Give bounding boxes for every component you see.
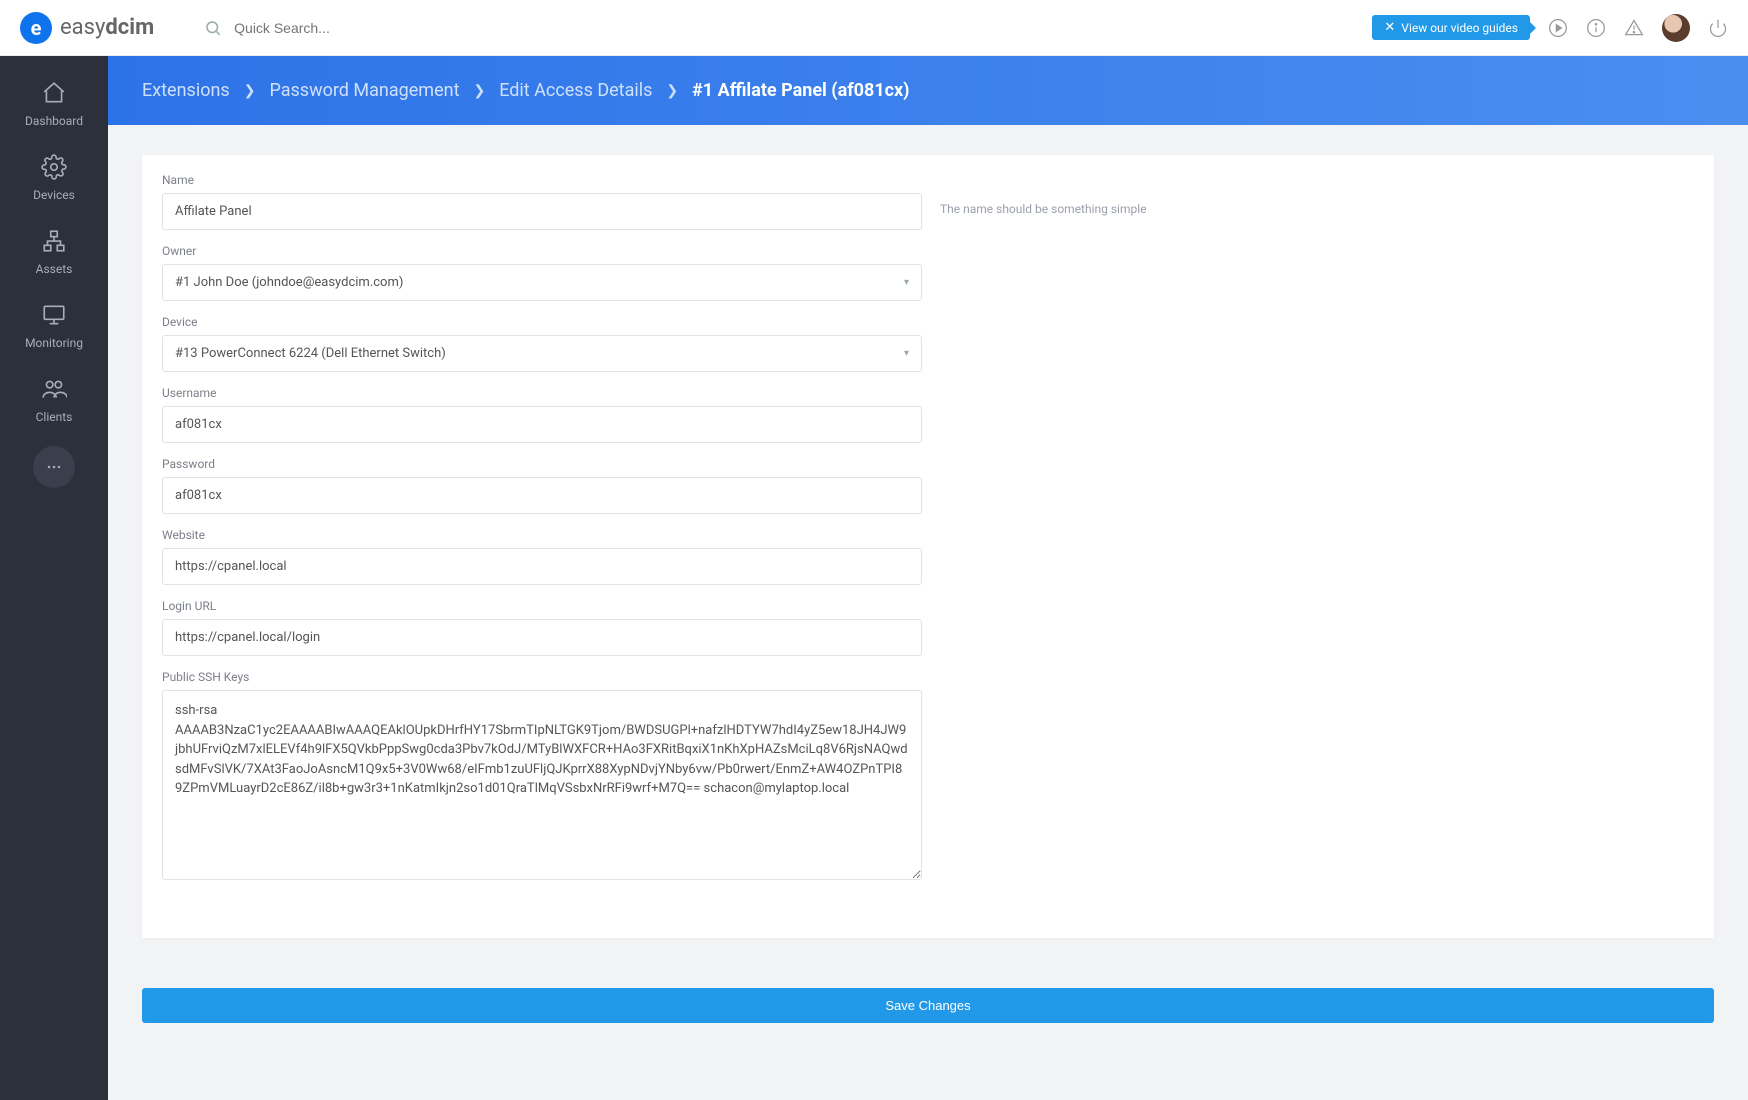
breadcrumb: Extensions ❯ Password Management ❯ Edit … [108, 56, 1748, 125]
breadcrumb-link[interactable]: Extensions [142, 80, 230, 101]
video-guides-label: View our video guides [1401, 21, 1518, 35]
device-label: Device [162, 315, 922, 329]
chevron-right-icon: ❯ [666, 83, 678, 99]
gear-icon [41, 154, 67, 180]
network-icon [41, 228, 67, 254]
sidebar-item-label: Devices [33, 188, 75, 202]
users-icon [41, 376, 67, 402]
chevron-right-icon: ❯ [244, 83, 256, 99]
loginurl-input[interactable] [162, 619, 922, 656]
breadcrumb-link[interactable]: Password Management [269, 80, 459, 101]
owner-label: Owner [162, 244, 922, 258]
loginurl-label: Login URL [162, 599, 922, 613]
sidebar-more-button[interactable] [33, 446, 75, 488]
save-button[interactable]: Save Changes [142, 988, 1714, 1023]
device-select[interactable]: #13 PowerConnect 6224 (Dell Ethernet Swi… [162, 335, 922, 372]
name-input[interactable] [162, 193, 922, 230]
sidebar-item-label: Dashboard [25, 114, 83, 128]
dots-icon [44, 457, 64, 477]
alert-icon[interactable] [1624, 18, 1644, 38]
logo-text-easy: easy [60, 15, 105, 40]
owner-select[interactable]: #1 John Doe (johndoe@easydcim.com) ▾ [162, 264, 922, 301]
sidebar-item-label: Monitoring [25, 336, 83, 350]
search-icon [204, 19, 222, 37]
username-label: Username [162, 386, 922, 400]
sidebar-item-devices[interactable]: Devices [0, 140, 108, 214]
close-icon[interactable]: ✕ [1384, 20, 1395, 35]
search-input[interactable] [234, 20, 434, 36]
ssh-label: Public SSH Keys [162, 670, 922, 684]
username-input[interactable] [162, 406, 922, 443]
logo-icon: e [20, 12, 52, 44]
breadcrumb-link[interactable]: Edit Access Details [499, 80, 652, 101]
play-icon[interactable] [1548, 18, 1568, 38]
name-label: Name [162, 173, 922, 187]
sidebar-item-label: Clients [36, 410, 73, 424]
website-label: Website [162, 528, 922, 542]
password-input[interactable] [162, 477, 922, 514]
owner-value: #1 John Doe (johndoe@easydcim.com) [175, 275, 403, 290]
power-icon[interactable] [1708, 18, 1728, 38]
password-label: Password [162, 457, 922, 471]
sidebar-item-clients[interactable]: Clients [0, 362, 108, 436]
sidebar: Dashboard Devices Assets Monitoring Clie… [0, 56, 108, 1100]
sidebar-item-label: Assets [36, 262, 73, 276]
logo[interactable]: e easydcim [20, 12, 154, 44]
monitor-icon [41, 302, 67, 328]
search-wrap[interactable] [204, 19, 434, 37]
video-guides-button[interactable]: ✕ View our video guides [1372, 15, 1530, 40]
breadcrumb-current: #1 Affilate Panel (af081cx) [692, 80, 909, 101]
chevron-down-icon: ▾ [904, 348, 909, 359]
name-hint: The name should be something simple [940, 188, 1147, 216]
avatar[interactable] [1662, 14, 1690, 42]
sidebar-item-assets[interactable]: Assets [0, 214, 108, 288]
ssh-textarea[interactable] [162, 690, 922, 880]
info-icon[interactable] [1586, 18, 1606, 38]
sidebar-item-dashboard[interactable]: Dashboard [0, 66, 108, 140]
device-value: #13 PowerConnect 6224 (Dell Ethernet Swi… [175, 346, 446, 361]
form-card: Name The name should be something simple… [142, 155, 1714, 938]
chevron-down-icon: ▾ [904, 277, 909, 288]
home-icon [41, 80, 67, 106]
website-input[interactable] [162, 548, 922, 585]
topbar: e easydcim ✕ View our video guides [0, 0, 1748, 56]
logo-text-dcim: dcim [105, 15, 154, 40]
chevron-right-icon: ❯ [473, 83, 485, 99]
sidebar-item-monitoring[interactable]: Monitoring [0, 288, 108, 362]
